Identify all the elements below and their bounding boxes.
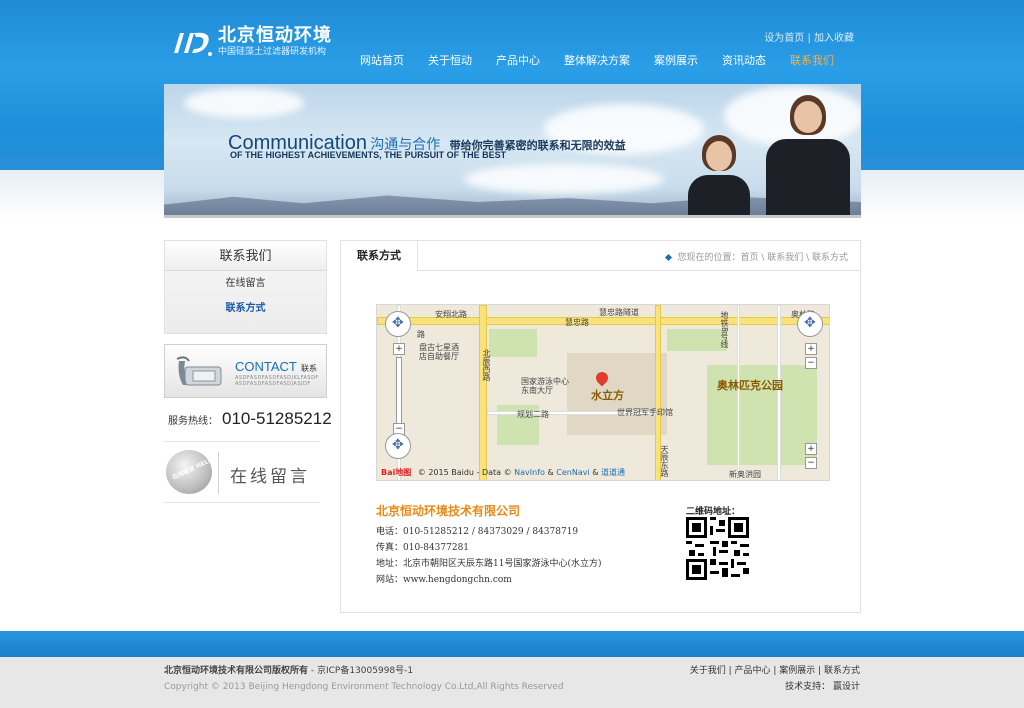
map-label: 地铁8号线 — [720, 311, 729, 349]
address-info: 地址：北京市朝阳区天辰东路11号国家游泳中心(水立方) — [376, 559, 602, 569]
nav-item-products[interactable]: 产品中心 — [484, 54, 552, 68]
nav-item-cases[interactable]: 案例展示 — [642, 54, 710, 68]
map-label: 安翔北路 — [435, 310, 467, 319]
nav-item-news[interactable]: 资讯动态 — [710, 54, 778, 68]
fax-info: 传真：010-84377281 — [376, 543, 470, 553]
woman-figure — [684, 135, 754, 215]
qr-label: 二维码地址： — [686, 507, 741, 517]
footer-links[interactable]: 关于我们 | 产品中心 | 案例展示 | 联系方式 — [690, 663, 860, 679]
map-label: 奥林匹克公园 — [717, 379, 783, 392]
footer-left: 北京恒动环境技术有限公司版权所有 - 京ICP备13005998号-1 Copy… — [164, 663, 564, 695]
map-zoom-in-button[interactable]: + — [805, 443, 817, 455]
map-label: 慧忠路隧道 — [599, 308, 639, 317]
map-label: 国家游泳中心 东南大厅 — [521, 377, 569, 395]
map-label: 规划二路 — [517, 410, 549, 419]
breadcrumb: 您现在的位置：首页 \ 联系我们 \ 联系方式 — [665, 250, 848, 263]
footer-support[interactable]: 技术支持： 赢设计 — [690, 679, 860, 695]
sidebar-menu: 联系我们 在线留言 联系方式 — [164, 240, 327, 334]
nav-item-about[interactable]: 关于恒动 — [416, 54, 484, 68]
top-links-separator: | — [807, 33, 811, 44]
telephone-icon — [175, 355, 225, 389]
footer-copyright: Copyright © 2013 Beijing Hengdong Enviro… — [164, 682, 564, 692]
phone-info: 电话：010-51285212 / 84373029 / 84378719 — [376, 527, 579, 537]
logo[interactable]: 北京恒动环境 中国硅藻土过滤器研发机构 — [170, 26, 332, 58]
contact-banner-cn: 联系 — [301, 364, 317, 373]
baidu-logo[interactable]: Bai地图 — [381, 468, 411, 477]
map-zoom-out-button[interactable]: − — [805, 457, 817, 469]
qr-code-icon — [686, 517, 749, 580]
cloud-shape — [184, 88, 304, 118]
map-pan-control-icon[interactable] — [797, 311, 823, 337]
mountain-shape — [164, 195, 861, 215]
navinfo-link[interactable]: NavInfo — [514, 468, 545, 477]
hotline: 服务热线： 010-51285212 — [168, 409, 332, 429]
company-name: 北京恒动环境技术有限公司 — [376, 504, 521, 518]
map-label: 盘古七星酒 店自助餐厅 — [419, 343, 459, 361]
sidebar-title: 联系我们 — [165, 241, 326, 271]
add-favorite-link[interactable]: 加入收藏 — [814, 33, 854, 44]
contact-banner[interactable]: CONTACT 联系 ASDFASDFASDFASDJKLFASDF ASDFA… — [164, 344, 327, 398]
businesswoman-figure — [762, 95, 852, 215]
baidu-map[interactable]: 安翔北路 慧忠路 慧忠路隧道 路 盘古七星酒 店自助餐厅 北辰西路 国家游泳中心… — [376, 304, 830, 481]
map-label: 慧忠路 — [565, 318, 589, 327]
map-label: 世界冠军手印馆 — [617, 408, 673, 417]
map-park — [667, 329, 727, 351]
map-attr-sep: & — [592, 468, 599, 477]
contact-banner-filler: ASDFASDFASDFASDJKLFASDF ASDFASDFASDFASDJ… — [235, 375, 319, 387]
map-label: 新奥洪园 — [729, 470, 761, 479]
cloud-shape — [464, 164, 664, 194]
site-footer: 北京恒动环境技术有限公司版权所有 - 京ICP备13005998号-1 Copy… — [0, 657, 1024, 708]
nav-item-contact[interactable]: 联系我们 — [778, 54, 846, 68]
map-road — [479, 305, 487, 480]
map-label: 北辰西路 — [482, 349, 491, 381]
map-attr-sep: & — [547, 468, 554, 477]
map-pan-control-icon[interactable] — [385, 311, 411, 337]
map-road — [777, 305, 781, 480]
map-zoom-in-button[interactable]: + — [393, 343, 405, 355]
map-zoom-out-button[interactable]: − — [805, 357, 817, 369]
daodao-link[interactable]: 道道通 — [601, 468, 625, 477]
page-title: 联系方式 — [341, 241, 418, 271]
site-header: 北京恒动环境 中国硅藻土过滤器研发机构 设为首页 | 加入收藏 网站首页 关于恒… — [164, 0, 860, 82]
sidebar-item-contact[interactable]: 联系方式 — [165, 296, 326, 321]
banner-subtitle: OF THE HIGHEST ACHIEVEMENTS, THE PURSUIT… — [230, 150, 507, 160]
set-homepage-link[interactable]: 设为首页 — [764, 33, 804, 44]
map-zoom-in-button[interactable]: + — [805, 343, 817, 355]
top-links: 设为首页 | 加入收藏 — [764, 29, 854, 44]
footer-company: 北京恒动环境技术有限公司版权所有 — [164, 666, 309, 676]
sidebar-item-message[interactable]: 在线留言 — [165, 271, 326, 296]
map-label: 水立方 — [591, 389, 624, 402]
website-info[interactable]: 网站：www.hengdongchn.com — [376, 572, 512, 585]
map-road — [737, 305, 740, 480]
map-copyright: © 2015 Baidu - Data © — [417, 468, 512, 477]
contact-banner-title: CONTACT — [235, 359, 297, 374]
map-park — [489, 329, 537, 357]
logo-subtitle: 中国硅藻土过滤器研发机构 — [218, 47, 327, 57]
cennavi-link[interactable]: CenNavi — [556, 468, 589, 477]
logo-mark-icon — [170, 27, 214, 57]
footer-icp[interactable]: - 京ICP备13005998号-1 — [308, 666, 413, 676]
divider — [218, 452, 219, 494]
nav-item-home[interactable]: 网站首页 — [348, 54, 416, 68]
banner: Communication 沟通与合作 带给你完善紧密的联系和无限的效益 OF … — [164, 84, 861, 218]
online-message-label: 在线留言 — [230, 467, 310, 487]
footer-right: 关于我们 | 产品中心 | 案例展示 | 联系方式 技术支持： 赢设计 — [690, 663, 860, 695]
breadcrumb-text[interactable]: 您现在的位置：首页 \ 联系我们 \ 联系方式 — [677, 253, 848, 263]
map-zoom-slider[interactable] — [396, 357, 402, 429]
breadcrumb-bullet-icon — [665, 253, 673, 262]
main-nav: 网站首页 关于恒动 产品中心 整体解决方案 案例展示 资讯动态 联系我们 — [348, 54, 846, 68]
nav-item-solutions[interactable]: 整体解决方案 — [552, 54, 642, 68]
hotline-number: 010-51285212 — [222, 409, 332, 428]
main-panel: 联系方式 您现在的位置：首页 \ 联系我们 \ 联系方式 安翔北路 慧忠路 慧忠… — [340, 240, 861, 613]
online-message-banner[interactable]: 在线留言 HELLO! 在线留言 — [164, 441, 320, 503]
footer-band — [0, 631, 1024, 657]
hotline-label: 服务热线： — [168, 416, 218, 427]
main-panel-header: 联系方式 您现在的位置：首页 \ 联系我们 \ 联系方式 — [341, 241, 860, 271]
logo-title: 北京恒动环境 — [218, 25, 332, 46]
map-attribution: Bai地图 © 2015 Baidu - Data © NavInfo & Ce… — [377, 466, 677, 480]
map-label: 路 — [417, 330, 425, 339]
map-pan-control-icon[interactable] — [385, 433, 411, 459]
